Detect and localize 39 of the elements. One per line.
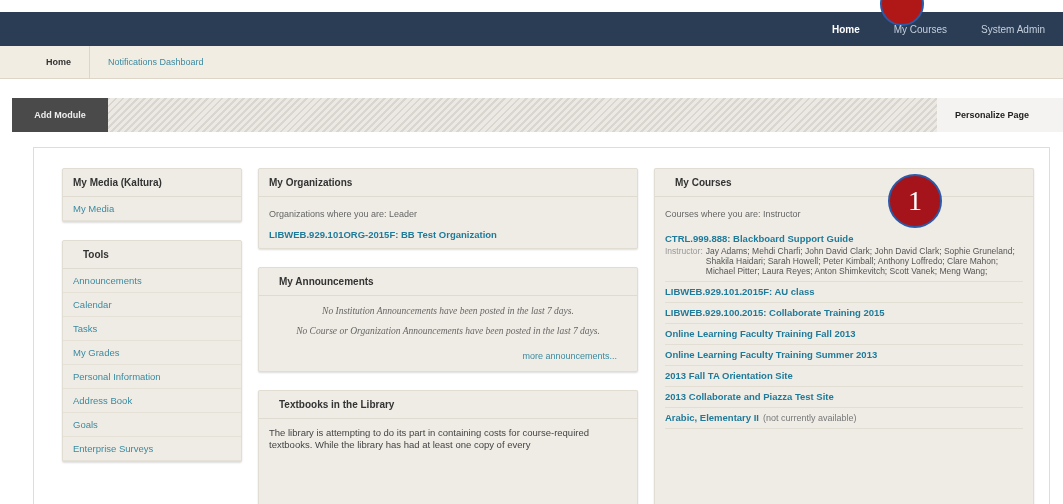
more-announcements-link[interactable]: more announcements... [522, 351, 617, 361]
course-link[interactable]: Online Learning Faculty Training Fall 2013 [665, 328, 856, 339]
instructor-label: Instructor: [665, 246, 703, 256]
course-link[interactable]: LIBWEB.929.101.2015F: AU class [665, 286, 815, 297]
nav-tab[interactable]: Home [831, 23, 860, 35]
announcement-message: No Institution Announcements have been posted in the last 7 days. [321, 306, 575, 316]
intro-text: Organizations where you are: Leader [269, 209, 419, 219]
intro-text: Courses where you are: Instructor [665, 209, 802, 219]
nav-tab[interactable]: System Admin [981, 23, 1045, 35]
tool-link[interactable]: Goals [63, 413, 241, 437]
tool-link[interactable]: My Grades [63, 341, 241, 365]
announcement-message: No Course or Organization Announcements have been posted in the last 7 days. [295, 326, 601, 336]
course-link[interactable]: Online Learning Faculty Training Summer 2013 [665, 349, 878, 360]
textbooks-paragraph: The library is attempting to do its part in containing costs for course-required textbooks. While the library has had at least one copy of every [269, 427, 590, 451]
tool-link[interactable]: Enterprise Surveys [63, 437, 241, 461]
tool-link[interactable]: Tasks [63, 317, 241, 341]
module-link[interactable]: My Media [63, 197, 241, 221]
organization-link[interactable]: LIBWEB.929.101ORG-2015F: BB Test Organization [269, 229, 497, 240]
breadcrumb-link[interactable]: Home [0, 46, 90, 78]
course-link[interactable]: 2013 Collaborate and Piazza Test Site [665, 391, 834, 402]
course-status: (not currently available) [763, 413, 857, 423]
tool-link[interactable]: Announcements [63, 269, 241, 293]
course-link[interactable]: CTRL.999.888: Blackboard Support Guide [665, 233, 854, 244]
module-title: Textbooks in the Library [259, 391, 637, 419]
breadcrumb-link[interactable]: Notifications Dashboard [90, 46, 222, 78]
add-module-button[interactable]: Add Module [12, 98, 108, 132]
course-link[interactable]: LIBWEB.929.100.2015: Collaborate Training 2015 [665, 307, 885, 318]
course-link[interactable]: 2013 Fall TA Orientation Site [665, 370, 793, 381]
module-title: Tools [63, 241, 241, 269]
tool-link[interactable]: Address Book [63, 389, 241, 413]
tool-link[interactable]: Calendar [63, 293, 241, 317]
tool-link[interactable]: Personal Information [63, 365, 241, 389]
module-title: My Organizations [259, 169, 637, 197]
nav-tab[interactable]: My Courses [893, 23, 948, 35]
instructor-names: Jay Adams; Mehdi Charfi; John David Clark; John David Clark; Sophie Gruneland; Shakila Haidari; Sarah Howell; Peter Kimball; Anthony Loffredo; Clare Mahon; Michael Pitter; Laura Reyes; Anton Shimkevitch; Scott Vanek; Meng Wang; [705, 246, 1016, 276]
module-title: My Media (Kaltura) [63, 169, 241, 197]
module-title: My Announcements [259, 268, 637, 296]
personalize-page-button[interactable]: Personalize Page [937, 98, 1063, 132]
course-link[interactable]: Arabic, Elementary II [665, 412, 759, 423]
